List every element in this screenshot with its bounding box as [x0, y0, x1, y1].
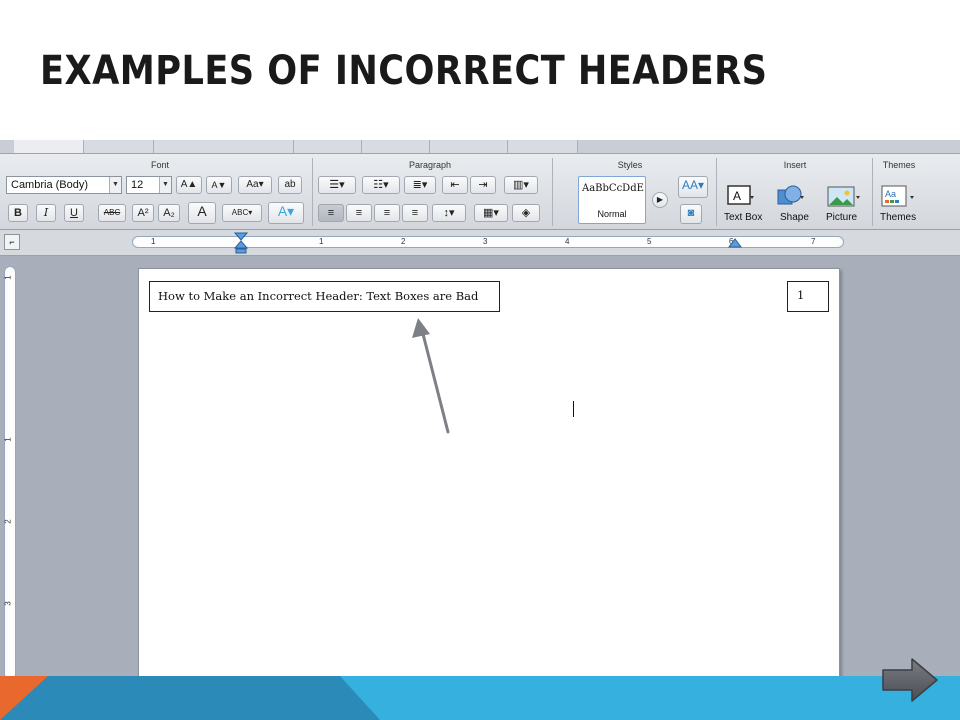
font-size-value: 12	[131, 179, 144, 191]
tab-home[interactable]	[14, 140, 84, 153]
indent-marker-icon[interactable]	[234, 232, 248, 254]
underline-button[interactable]: U	[64, 204, 84, 222]
right-indent-marker-icon[interactable]	[728, 238, 742, 248]
document-page[interactable]: How to Make an Incorrect Header: Text Bo…	[138, 268, 840, 680]
align-left-icon[interactable]: ≡	[318, 204, 344, 222]
text-box-icon[interactable]: A	[726, 184, 754, 208]
text-box-button[interactable]: Text Box	[724, 212, 762, 223]
footer-accent-dark	[0, 676, 380, 720]
ribbon-tabs	[0, 140, 960, 154]
shrink-font-icon[interactable]: A▼	[206, 176, 232, 194]
tab-charts[interactable]	[362, 140, 430, 153]
multilevel-list-icon[interactable]: ≣▾	[404, 176, 436, 194]
ruler-mark: 1	[151, 237, 156, 246]
increase-indent-icon[interactable]: ⇥	[470, 176, 496, 194]
vruler-mark: 2	[3, 519, 13, 524]
italic-button[interactable]: I	[36, 204, 56, 222]
text-effects-icon[interactable]: A▾	[268, 202, 304, 224]
font-size-combo[interactable]: 12 ▼	[126, 176, 172, 194]
highlight-icon[interactable]: ABC▾	[222, 204, 262, 222]
font-name-value: Cambria (Body)	[11, 179, 89, 191]
subscript-button[interactable]: A₂	[158, 204, 180, 222]
themes-icon[interactable]: Aa	[880, 184, 916, 208]
tab-layout[interactable]	[84, 140, 154, 153]
group-label-paragraph: Paragraph	[408, 160, 452, 170]
tab-stop-selector[interactable]: ⌐	[4, 234, 20, 250]
shape-icon[interactable]	[776, 184, 804, 208]
group-label-styles: Styles	[617, 160, 643, 170]
svg-text:Aa: Aa	[885, 189, 896, 199]
styles-name: Normal	[597, 209, 627, 219]
picture-icon[interactable]	[826, 184, 860, 208]
columns-icon[interactable]: ▥▾	[504, 176, 538, 194]
clear-formatting-icon[interactable]: ab	[278, 176, 302, 194]
ruler-mark: 7	[811, 237, 816, 246]
grow-font-icon[interactable]: A▲	[176, 176, 202, 194]
bold-button[interactable]: B	[8, 204, 28, 222]
font-color-button[interactable]: A	[188, 202, 216, 224]
vertical-ruler[interactable]: 1 1 2 3	[4, 266, 16, 680]
ruler-mark: 4	[565, 237, 570, 246]
ruler-mark: 2	[401, 237, 406, 246]
picture-button[interactable]: Picture	[826, 212, 857, 223]
vruler-mark: 1	[3, 275, 13, 280]
tab-document-elements[interactable]	[154, 140, 294, 153]
tab-smartart[interactable]	[430, 140, 508, 153]
shape-button[interactable]: Shape	[780, 212, 809, 223]
superscript-button[interactable]: A²	[132, 204, 154, 222]
pointer-arrow-icon	[412, 318, 450, 434]
strikethrough-button[interactable]: ABC	[98, 204, 126, 222]
right-arrow-icon[interactable]	[880, 656, 940, 704]
header-text-box[interactable]: How to Make an Incorrect Header: Text Bo…	[149, 281, 500, 312]
align-center-icon[interactable]: ≡	[346, 204, 372, 222]
ruler-mark: 3	[483, 237, 488, 246]
manage-styles-icon[interactable]: AA▾	[678, 176, 708, 198]
font-name-combo[interactable]: Cambria (Body) ▼	[6, 176, 122, 194]
themes-button[interactable]: Themes	[880, 212, 916, 223]
word-screenshot: Font Paragraph Styles Insert Themes Camb…	[0, 140, 960, 680]
tab-tables[interactable]	[294, 140, 362, 153]
styles-next-icon[interactable]: ▶	[652, 192, 668, 208]
page-number-box[interactable]: 1	[787, 281, 829, 312]
svg-text:A: A	[733, 189, 741, 203]
styles-pane-icon[interactable]: ◙	[680, 204, 702, 224]
text-cursor	[573, 401, 574, 417]
decrease-indent-icon[interactable]: ⇤	[442, 176, 468, 194]
justify-icon[interactable]: ≡	[402, 204, 428, 222]
slide-title: EXAMPLES OF INCORRECT HEADERS	[40, 48, 768, 94]
styles-gallery-normal[interactable]: AaBbCcDdEe Normal	[578, 176, 646, 224]
align-right-icon[interactable]: ≡	[374, 204, 400, 222]
line-spacing-icon[interactable]: ↕▾	[432, 204, 466, 222]
borders-icon[interactable]: ▦▾	[474, 204, 508, 222]
group-label-themes: Themes	[882, 160, 916, 170]
vruler-mark: 3	[3, 601, 13, 606]
ruler-mark: 1	[319, 237, 324, 246]
tab-review[interactable]	[508, 140, 578, 153]
ribbon: Font Paragraph Styles Insert Themes Camb…	[0, 154, 960, 230]
group-label-font: Font	[150, 160, 169, 170]
bullets-icon[interactable]: ☰▾	[318, 176, 356, 194]
shading-icon[interactable]: ◈	[512, 204, 540, 222]
vruler-mark: 1	[3, 437, 13, 442]
horizontal-ruler: ⌐ 1 1 2 3 4 5 6 7	[0, 230, 960, 256]
group-label-insert: Insert	[783, 160, 807, 170]
change-case-icon[interactable]: Aa▾	[238, 176, 272, 194]
chevron-down-icon[interactable]: ▼	[109, 177, 121, 193]
styles-sample-text: AaBbCcDdEe	[582, 183, 644, 194]
chevron-down-icon[interactable]: ▼	[159, 177, 171, 193]
ruler-mark: 5	[647, 237, 652, 246]
numbering-icon[interactable]: ☷▾	[362, 176, 400, 194]
